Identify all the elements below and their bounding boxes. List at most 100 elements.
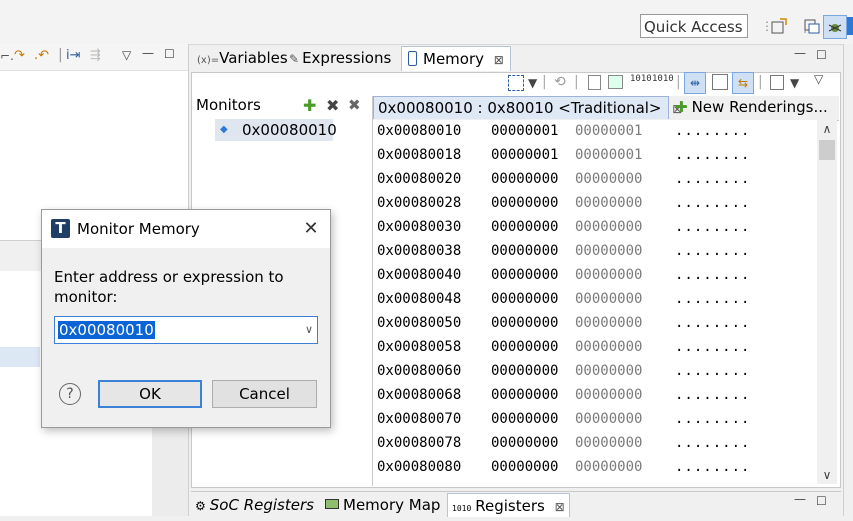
memory-word[interactable]: 00000000: [575, 264, 642, 286]
memory-word[interactable]: 00000000: [491, 168, 558, 190]
memory-word[interactable]: 00000000: [575, 168, 642, 190]
memory-word[interactable]: 00000000: [491, 456, 558, 478]
memory-word[interactable]: 00000000: [575, 456, 642, 478]
memory-address[interactable]: 0x00080048: [377, 288, 461, 310]
memory-word[interactable]: 00000001: [491, 144, 558, 166]
tab-memory[interactable]: Memory ⊠: [401, 46, 511, 71]
memory-word[interactable]: 00000000: [491, 264, 558, 286]
address-value[interactable]: 0x00080010: [58, 321, 155, 339]
perspective-icon-partial[interactable]: [847, 17, 853, 35]
minimize-icon[interactable]: —: [142, 46, 154, 60]
close-icon[interactable]: ✕: [298, 216, 324, 242]
address-combo[interactable]: 0x00080010 ∨: [54, 316, 318, 344]
step-return-icon[interactable]: ⌐.: [0, 49, 14, 63]
maximize-icon[interactable]: ☐: [164, 47, 175, 61]
memory-ascii[interactable]: ........: [675, 336, 750, 358]
memory-word[interactable]: 00000000: [575, 216, 642, 238]
memory-address[interactable]: 0x00080030: [377, 216, 461, 238]
memory-address[interactable]: 0x00080010: [377, 120, 461, 142]
export-icon[interactable]: [608, 75, 623, 89]
tab-new-renderings[interactable]: ✚ New Renderings...: [671, 96, 832, 119]
scroll-down-icon[interactable]: ∨: [817, 466, 837, 484]
memory-word[interactable]: 00000000: [575, 384, 642, 406]
close-icon[interactable]: ⊠: [494, 53, 504, 67]
tab-memory-map[interactable]: Memory Map: [321, 493, 444, 517]
maximize-icon[interactable]: ☐: [816, 48, 827, 62]
memory-word[interactable]: 00000000: [575, 240, 642, 262]
memory-table[interactable]: 0x00080010 00000001 00000001........ 0x0008…: [373, 120, 817, 484]
memory-word[interactable]: 00000001: [491, 120, 558, 142]
memory-ascii[interactable]: ........: [675, 264, 750, 286]
memory-address[interactable]: 0x00080078: [377, 432, 461, 454]
chevron-down-icon[interactable]: ▼: [790, 76, 799, 90]
select-rendering-icon[interactable]: [508, 75, 524, 91]
memory-ascii[interactable]: ........: [675, 408, 750, 430]
memory-address[interactable]: 0x00080070: [377, 408, 461, 430]
cc-perspective-icon[interactable]: [803, 17, 821, 35]
scroll-up-icon[interactable]: ∧: [817, 120, 837, 138]
memory-ascii[interactable]: ........: [675, 192, 750, 214]
memory-word[interactable]: 00000000: [491, 192, 558, 214]
cancel-button[interactable]: Cancel: [212, 380, 317, 408]
memory-word[interactable]: 00000000: [575, 432, 642, 454]
drop-to-frame-icon[interactable]: ⇶: [90, 48, 101, 63]
memory-ascii[interactable]: ........: [675, 144, 750, 166]
memory-word[interactable]: 00000001: [575, 120, 642, 142]
step-into-icon[interactable]: .↶: [34, 48, 49, 63]
view-menu-icon[interactable]: ▽: [814, 72, 823, 86]
memory-address[interactable]: 0x00080018: [377, 144, 461, 166]
memory-word[interactable]: 00000001: [575, 144, 642, 166]
memory-ascii[interactable]: ........: [675, 312, 750, 334]
remove-monitor-icon[interactable]: ✖: [326, 96, 339, 115]
memory-ascii[interactable]: ........: [675, 432, 750, 454]
tab-variables[interactable]: (x)=Variables: [191, 46, 294, 71]
memory-address[interactable]: 0x00080040: [377, 264, 461, 286]
selected-row[interactable]: [0, 347, 40, 367]
memory-address[interactable]: 0x00080028: [377, 192, 461, 214]
memory-word[interactable]: 00000000: [575, 360, 642, 382]
toggle-split-icon[interactable]: ⇹: [684, 72, 706, 94]
memory-ascii[interactable]: ........: [675, 168, 750, 190]
step-over-icon[interactable]: ↷: [14, 48, 25, 63]
import-icon[interactable]: 1010: [630, 74, 652, 84]
toggle-monitors-icon[interactable]: [712, 74, 728, 90]
memory-ascii[interactable]: ........: [675, 384, 750, 406]
memory-address[interactable]: 0x00080060: [377, 360, 461, 382]
add-monitor-icon[interactable]: ✚: [303, 96, 316, 115]
tab-expressions[interactable]: ✎ Expressions: [283, 46, 397, 71]
memory-word[interactable]: 00000000: [491, 240, 558, 262]
tab-soc-registers[interactable]: ⚙ SoC Registers: [191, 493, 318, 517]
help-icon[interactable]: ?: [59, 383, 81, 405]
tab-registers[interactable]: 1010 Registers ⊠: [447, 493, 570, 517]
memory-word[interactable]: 00000000: [491, 312, 558, 334]
open-perspective-icon[interactable]: [770, 17, 788, 35]
chevron-down-icon[interactable]: ∨: [305, 321, 313, 339]
tab-traditional-rendering[interactable]: 0x00080010 : 0x80010 <Traditional> ⊠: [373, 96, 682, 119]
memory-ascii[interactable]: ........: [675, 456, 750, 478]
memory-ascii[interactable]: ........: [675, 120, 750, 142]
scroll-thumb[interactable]: [819, 140, 835, 160]
ok-button[interactable]: OK: [98, 380, 202, 408]
memory-word[interactable]: 00000000: [491, 216, 558, 238]
memory-ascii[interactable]: ........: [675, 360, 750, 382]
memory-word[interactable]: 00000000: [575, 192, 642, 214]
memory-ascii[interactable]: ........: [675, 216, 750, 238]
view-menu-icon[interactable]: ▽: [122, 48, 131, 62]
memory-address[interactable]: 0x00080050: [377, 312, 461, 334]
layout-icon[interactable]: [770, 75, 784, 90]
memory-ascii[interactable]: ........: [675, 288, 750, 310]
debug-perspective-icon[interactable]: [823, 15, 847, 39]
memory-word[interactable]: 00000000: [491, 336, 558, 358]
chevron-down-icon[interactable]: ▼: [528, 76, 537, 90]
memory-word[interactable]: 00000000: [575, 336, 642, 358]
memory-address[interactable]: 0x00080068: [377, 384, 461, 406]
memory-word[interactable]: 00000000: [575, 288, 642, 310]
memory-word[interactable]: 00000000: [491, 384, 558, 406]
memory-word[interactable]: 00000000: [491, 360, 558, 382]
monitor-list-item[interactable]: ◆ 0x00080010: [215, 119, 337, 141]
memory-address[interactable]: 0x00080058: [377, 336, 461, 358]
memory-word[interactable]: 00000000: [575, 312, 642, 334]
memory-word[interactable]: 00000000: [491, 408, 558, 430]
minimize-icon[interactable]: —: [794, 46, 806, 60]
instruction-stepping-icon[interactable]: i⇥: [66, 48, 81, 63]
